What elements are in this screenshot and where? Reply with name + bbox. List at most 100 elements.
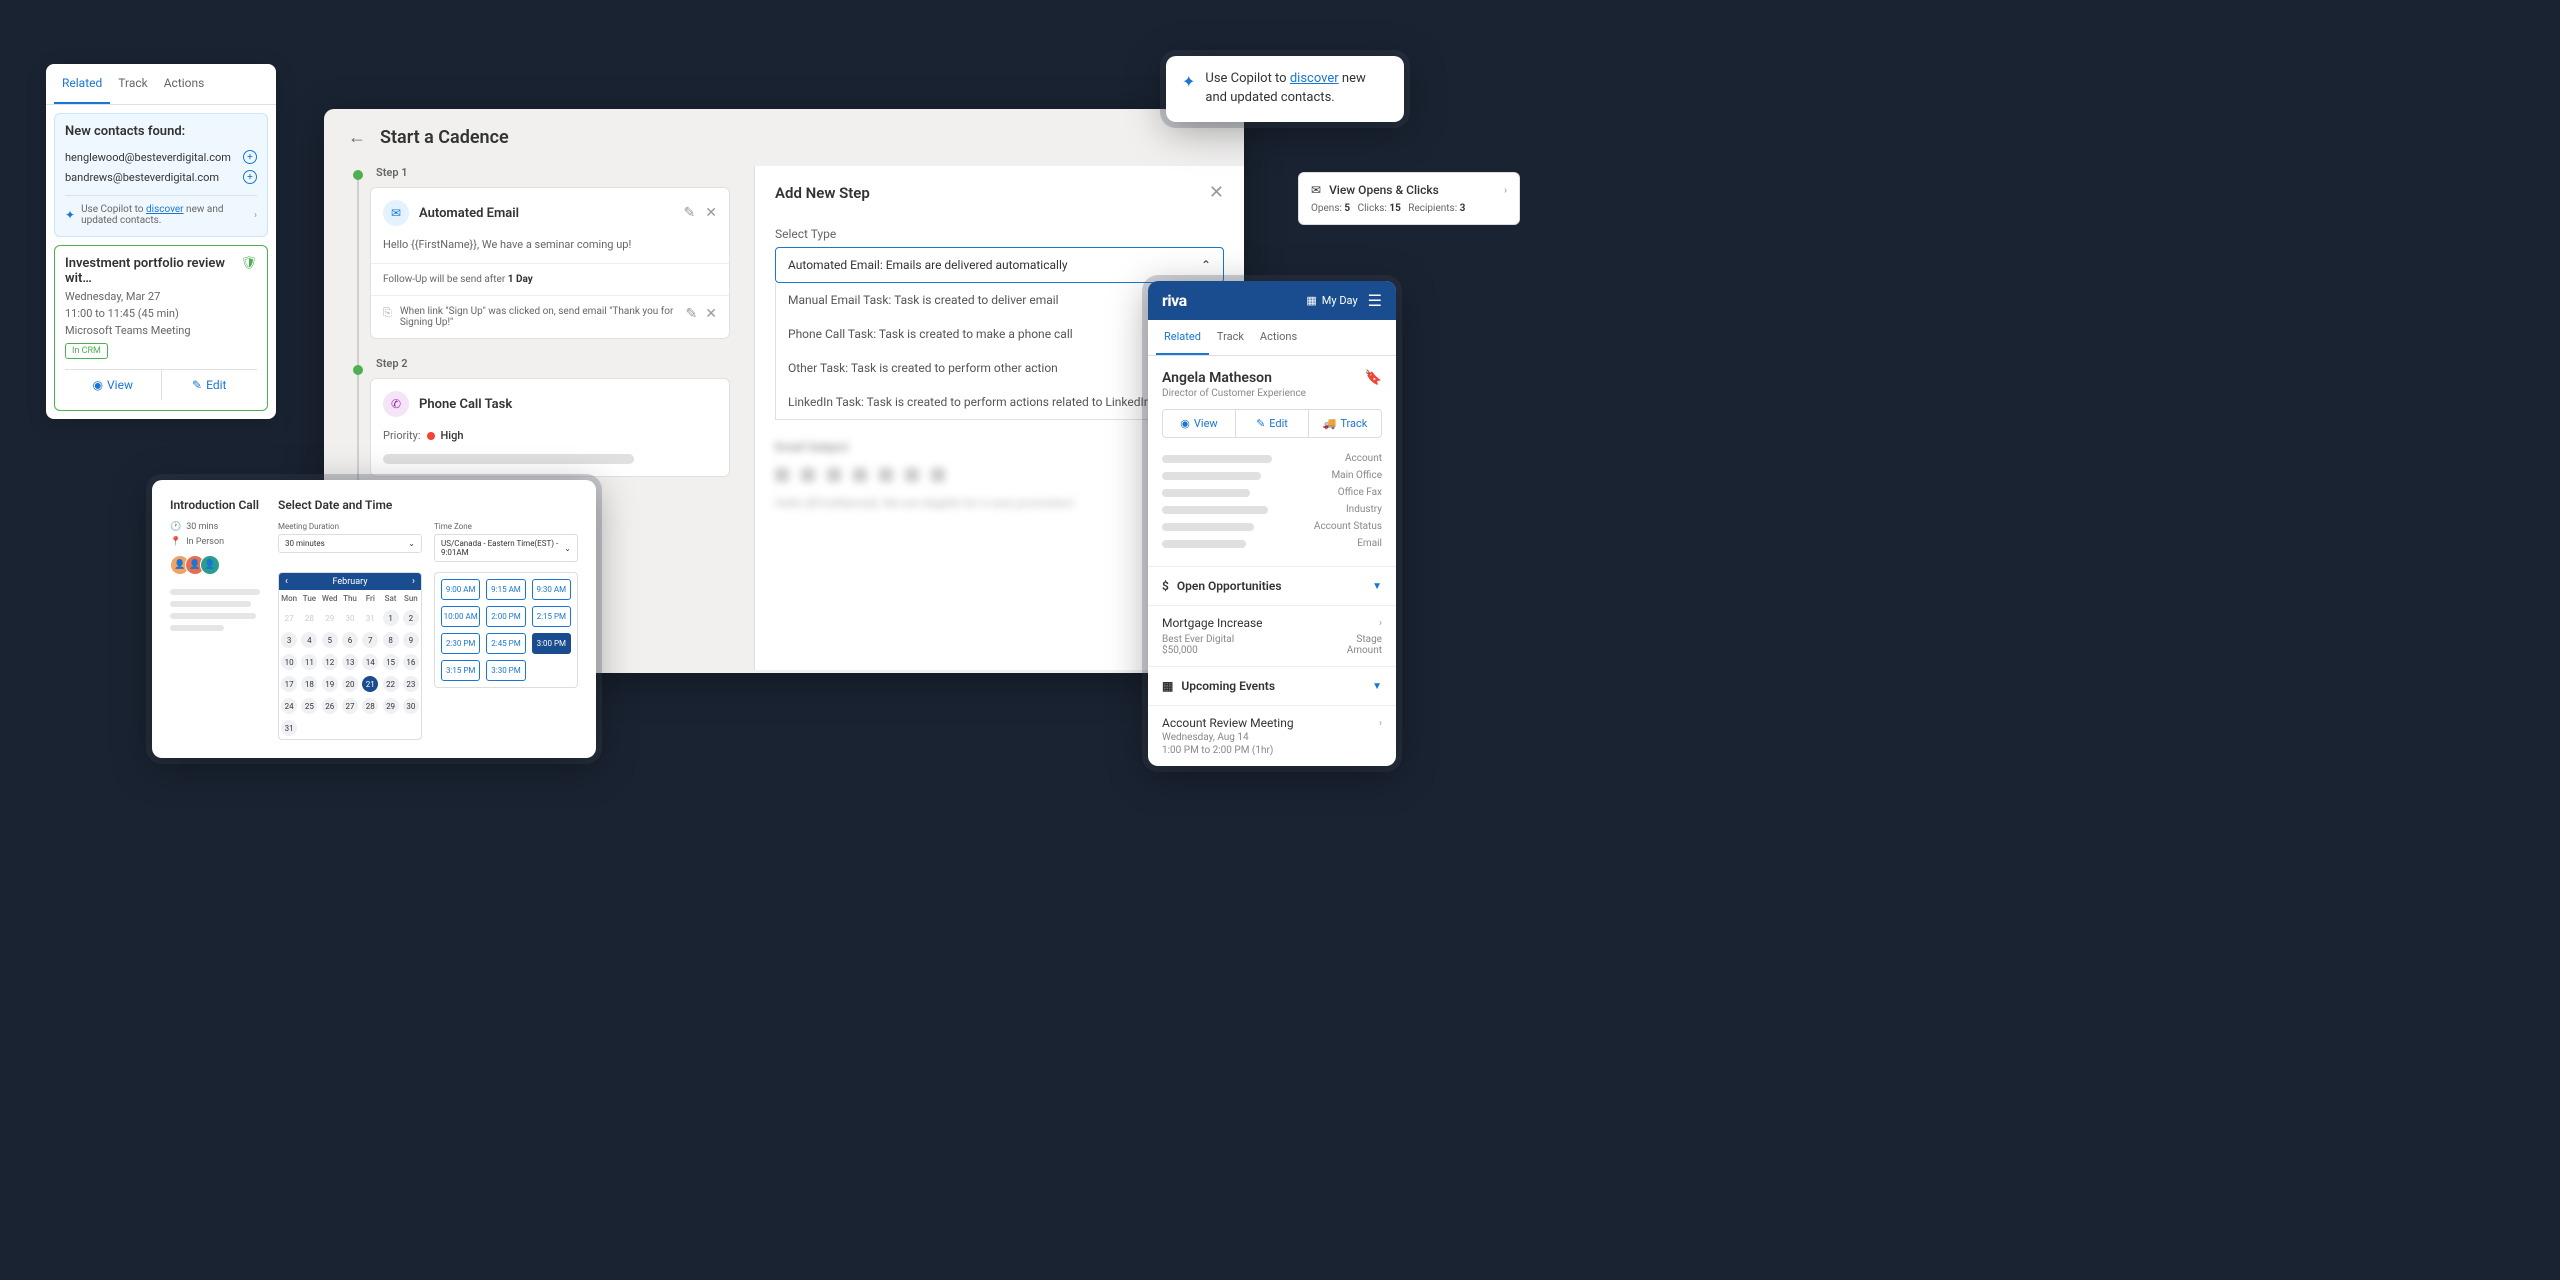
step-followup: Follow-Up will be send after 1 Day [371,263,729,295]
pencil-icon[interactable]: ✎ [684,205,696,221]
edit-button[interactable]: ✎Edit [162,370,258,400]
tab-track[interactable]: Track [110,64,155,104]
timeslot[interactable]: 9:00 AM [441,579,480,600]
close-icon[interactable]: ✕ [705,205,717,221]
calendar-day[interactable]: 19 [320,673,340,695]
back-arrow-icon[interactable]: ← [348,127,366,148]
chevron-up-icon: ⌃ [1201,258,1211,272]
step2-label: Step 2 [376,357,730,370]
myday-link[interactable]: ▦My Day [1306,294,1357,307]
add-contact-icon[interactable]: + [243,170,257,184]
calendar-day[interactable]: 18 [299,673,319,695]
duration-select[interactable]: 30 minutes⌄ [278,534,422,553]
calendar-day[interactable]: 20 [340,673,360,695]
field-label: Industry [1346,504,1382,515]
pencil-icon[interactable]: ✎ [686,306,698,322]
calendar-day[interactable]: 12 [320,651,340,673]
discover-link[interactable]: discover [146,204,184,215]
calendar-day[interactable]: 11 [299,651,319,673]
timezone-select[interactable]: US/Canada - Eastern Time(EST) - 9:01AM⌄ [434,534,578,562]
opportunity-item[interactable]: Mortgage Increase› Best Ever DigitalStag… [1148,606,1396,667]
calendar-day[interactable]: 30 [401,695,421,717]
calendar-day[interactable]: 5 [320,629,340,651]
contact-name: Angela Matheson [1162,370,1382,386]
calendar-day[interactable]: 6 [340,629,360,651]
edit-button[interactable]: ✎Edit [1236,410,1309,437]
step-card: ✆ Phone Call Task Priority: High [370,378,730,477]
calendar-day[interactable]: 4 [299,629,319,651]
calendar-day[interactable]: 14 [360,651,380,673]
chevron-right-icon: › [1504,185,1507,196]
event-time: 1:00 PM to 2:00 PM (1hr) [1162,745,1382,756]
bookmark-icon[interactable]: 🔖 [1365,370,1382,386]
calendar-day[interactable]: 26 [320,695,340,717]
track-button[interactable]: 🚚Track [1309,410,1381,437]
tab-related[interactable]: Related [1156,320,1209,355]
calendar-day[interactable]: 25 [299,695,319,717]
calendar-day[interactable]: 16 [401,651,421,673]
calendar-day[interactable]: 27 [340,695,360,717]
close-icon[interactable]: ✕ [705,306,717,322]
tab-track[interactable]: Track [1209,320,1252,355]
calendar-day[interactable]: 7 [360,629,380,651]
field-row: Office Fax [1162,484,1382,501]
close-icon[interactable]: ✕ [1209,182,1224,203]
prev-month-icon[interactable]: ‹ [285,576,288,587]
timeslot[interactable]: 2:00 PM [486,606,525,627]
hamburger-icon[interactable]: ☰ [1368,291,1382,310]
events-header[interactable]: ▦ Upcoming Events ▼ [1148,667,1396,706]
meeting-date: Wednesday, Mar 27 [65,290,257,303]
discover-link[interactable]: discover [1290,71,1339,86]
opens-clicks-card[interactable]: ✉ View Opens & Clicks › Opens: 5 Clicks:… [1298,172,1520,225]
type-select[interactable]: Automated Email: Emails are delivered au… [775,247,1224,283]
calendar-day[interactable]: 31 [279,717,299,739]
timeslot[interactable]: 9:30 AM [532,579,571,600]
calendar-day[interactable]: 2 [401,607,421,629]
scheduler-title: Introduction Call [170,498,260,512]
calendar-day[interactable]: 15 [380,651,400,673]
timeslot[interactable]: 2:45 PM [486,633,525,654]
timeslot[interactable]: 3:30 PM [486,660,525,681]
view-button[interactable]: ◉View [1163,410,1236,437]
calendar-day[interactable]: 13 [340,651,360,673]
calendar-day[interactable]: 17 [279,673,299,695]
section-title: Open Opportunities [1177,579,1282,593]
field-label: Account [1345,453,1382,464]
calendar-day[interactable]: 29 [380,695,400,717]
timeslot[interactable]: 3:15 PM [441,660,480,681]
calendar-day[interactable]: 21 [360,673,380,695]
calendar-day[interactable]: 23 [401,673,421,695]
opportunities-header[interactable]: $ Open Opportunities ▼ [1148,567,1396,606]
skeleton [1162,540,1246,548]
tab-actions[interactable]: Actions [156,64,213,104]
timeslot[interactable]: 10:00 AM [441,606,480,627]
calendar-day[interactable]: 22 [380,673,400,695]
tab-actions[interactable]: Actions [1252,320,1305,355]
step-card: ✉ Automated Email ✎ ✕ Hello {{FirstName}… [370,187,730,339]
calendar-day[interactable]: 24 [279,695,299,717]
timeslot[interactable]: 2:15 PM [532,606,571,627]
event-item[interactable]: Account Review Meeting› Wednesday, Aug 1… [1148,706,1396,766]
contact-row: henglewood@besteverdigital.com + [65,147,257,167]
calendar-day[interactable]: 3 [279,629,299,651]
step-body: Hello {{FirstName}}, We have a seminar c… [371,238,729,263]
calendar-day[interactable]: 1 [380,607,400,629]
calendar-day[interactable]: 8 [380,629,400,651]
timeslot[interactable]: 2:30 PM [441,633,480,654]
timezone-label: Time Zone [434,522,578,531]
panel1-tabs: Related Track Actions [46,64,276,105]
meeting-time: 11:00 to 11:45 (45 min) [65,307,257,320]
next-month-icon[interactable]: › [412,576,415,587]
calendar-day[interactable]: 10 [279,651,299,673]
timeslot[interactable]: 3:00 PM [532,633,571,654]
view-button[interactable]: ◉View [65,370,162,400]
calendar-day[interactable]: 9 [401,629,421,651]
timeslot[interactable]: 9:15 AM [486,579,525,600]
tab-related[interactable]: Related [54,64,110,104]
pencil-icon: ✎ [192,378,202,392]
select-type-label: Select Type [755,219,1244,247]
selected-type: Automated Email: Emails are delivered au… [788,258,1068,272]
copilot-hint[interactable]: ✦ Use Copilot to discover new and update… [65,195,257,226]
calendar-day[interactable]: 28 [360,695,380,717]
add-contact-icon[interactable]: + [243,150,257,164]
